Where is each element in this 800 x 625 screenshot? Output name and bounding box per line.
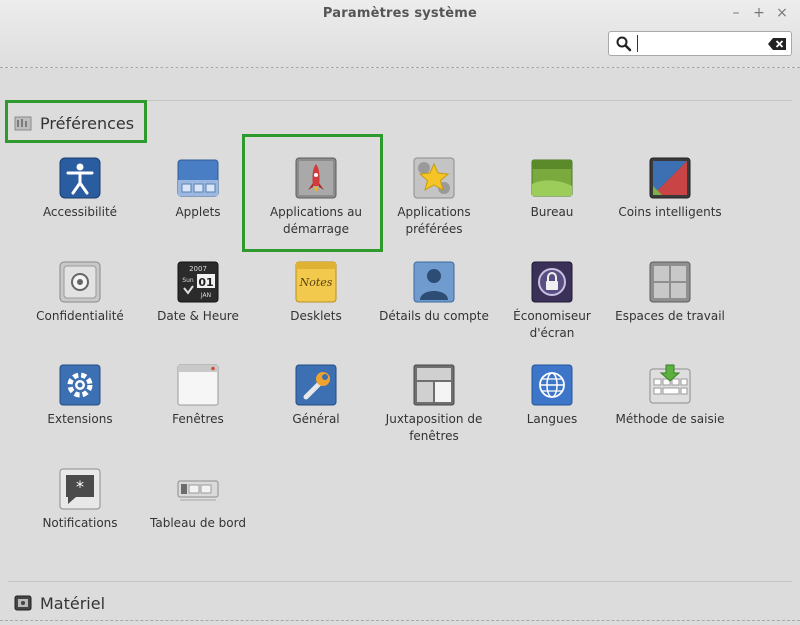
screensaver-icon bbox=[531, 261, 573, 303]
search-input[interactable] bbox=[637, 35, 762, 52]
window-title: Paramètres système bbox=[322, 6, 478, 21]
date-time-icon: 2007 Sun 01 JAN bbox=[177, 261, 219, 303]
settings-item-label: Desklets bbox=[290, 309, 342, 323]
settings-item-extensions[interactable]: Extensions bbox=[21, 363, 139, 428]
settings-item-label: Notifications bbox=[42, 516, 118, 530]
title-bar: Paramètres système – + × bbox=[0, 0, 800, 68]
svg-text:*: * bbox=[76, 477, 84, 496]
settings-item-label: Juxtaposition de fenêtres bbox=[385, 412, 483, 443]
settings-item-workspaces[interactable]: Espaces de travail bbox=[611, 260, 729, 325]
settings-item-notifications[interactable]: * Notifications bbox=[21, 467, 139, 532]
notifications-icon: * bbox=[59, 468, 101, 510]
settings-item-label: Détails du compte bbox=[379, 309, 489, 323]
settings-item-label: Espaces de travail bbox=[615, 309, 725, 323]
settings-item-languages[interactable]: Langues bbox=[493, 363, 611, 428]
settings-item-accessibility[interactable]: Accessibilité bbox=[21, 156, 139, 221]
settings-item-startup-applications[interactable]: Applications au démarrage bbox=[257, 156, 375, 238]
settings-item-label: Bureau bbox=[530, 205, 574, 219]
date-icon-day: 01 bbox=[198, 276, 213, 289]
date-icon-year: 2007 bbox=[189, 265, 207, 273]
desklets-icon-text: Notes bbox=[299, 276, 333, 289]
window-tiling-icon bbox=[413, 364, 455, 406]
hot-corners-icon bbox=[649, 157, 691, 199]
privacy-icon bbox=[59, 261, 101, 303]
preferred-applications-icon bbox=[413, 157, 455, 199]
settings-item-label: Économiseur d'écran bbox=[513, 309, 591, 340]
input-method-icon bbox=[649, 364, 691, 404]
settings-item-label: Applications préférées bbox=[397, 205, 471, 236]
close-button[interactable]: × bbox=[773, 4, 791, 22]
desktop-icon bbox=[531, 159, 573, 197]
bottom-edge bbox=[0, 620, 800, 625]
settings-item-label: Général bbox=[292, 412, 340, 426]
desklets-icon: Notes bbox=[295, 261, 337, 303]
settings-item-label: Applications au démarrage bbox=[269, 205, 363, 236]
general-icon bbox=[295, 364, 337, 406]
settings-item-desktop[interactable]: Bureau bbox=[493, 156, 611, 221]
extensions-icon bbox=[59, 364, 101, 406]
settings-item-screensaver[interactable]: Économiseur d'écran bbox=[493, 260, 611, 342]
settings-item-date-time[interactable]: 2007 Sun 01 JAN Date & Heure bbox=[139, 260, 257, 325]
settings-item-preferred-applications[interactable]: Applications préférées bbox=[375, 156, 493, 238]
settings-item-account-details[interactable]: Détails du compte bbox=[375, 260, 493, 325]
settings-item-hot-corners[interactable]: Coins intelligents bbox=[611, 156, 729, 221]
preferences-highlight-box bbox=[5, 100, 147, 143]
account-details-icon bbox=[413, 261, 455, 303]
settings-item-desklets[interactable]: Notes Desklets bbox=[257, 260, 375, 325]
settings-item-privacy[interactable]: Confidentialité bbox=[21, 260, 139, 325]
settings-item-applets[interactable]: Applets bbox=[139, 156, 257, 221]
date-icon-weekday: Sun bbox=[182, 277, 194, 284]
settings-item-label: Date & Heure bbox=[157, 309, 239, 323]
settings-item-label: Applets bbox=[175, 205, 221, 219]
applets-icon bbox=[177, 159, 219, 197]
settings-item-windows[interactable]: Fenêtres bbox=[139, 363, 257, 428]
settings-item-label: Coins intelligents bbox=[618, 205, 722, 219]
search-box[interactable] bbox=[608, 31, 792, 56]
workspaces-icon bbox=[649, 261, 691, 303]
settings-item-label: Confidentialité bbox=[36, 309, 124, 323]
settings-item-label: Tableau de bord bbox=[150, 516, 246, 530]
startup-applications-icon bbox=[295, 157, 337, 199]
settings-item-general[interactable]: Général bbox=[257, 363, 375, 428]
languages-icon bbox=[531, 364, 573, 406]
accessibility-icon bbox=[59, 157, 101, 199]
panel-icon bbox=[177, 480, 219, 501]
section-divider bbox=[8, 581, 792, 582]
settings-item-label: Accessibilité bbox=[42, 205, 118, 219]
settings-item-label: Langues bbox=[526, 412, 578, 426]
section-title-hardware: Matériel bbox=[40, 593, 106, 613]
maximize-button[interactable]: + bbox=[750, 4, 768, 22]
minimize-button[interactable]: – bbox=[727, 4, 745, 22]
clear-search-icon[interactable] bbox=[767, 37, 787, 51]
settings-item-label: Fenêtres bbox=[172, 412, 224, 426]
settings-item-window-tiling[interactable]: Juxtaposition de fenêtres bbox=[375, 363, 493, 445]
windows-icon bbox=[177, 364, 219, 406]
section-header-hardware: Matériel bbox=[8, 583, 105, 623]
settings-item-panel[interactable]: Tableau de bord bbox=[139, 467, 257, 532]
settings-item-input-method[interactable]: Méthode de saisie bbox=[611, 363, 729, 428]
settings-item-label: Extensions bbox=[47, 412, 113, 426]
hardware-section-icon bbox=[14, 595, 32, 611]
settings-item-label: Méthode de saisie bbox=[615, 412, 725, 426]
date-icon-month: JAN bbox=[200, 292, 211, 299]
search-icon bbox=[616, 36, 632, 52]
